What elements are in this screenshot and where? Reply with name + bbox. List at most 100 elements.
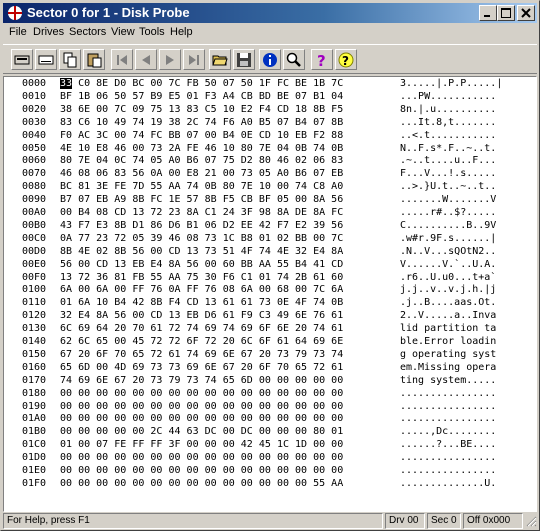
hex-byte[interactable]: 00 [259,284,271,295]
hex-byte[interactable]: 13 [60,272,72,283]
hex-byte[interactable]: 07 [313,168,325,179]
hex-byte[interactable]: 00 [78,259,90,270]
menu-file[interactable]: File [9,26,27,38]
hex-byte[interactable]: 79 [168,375,180,386]
row-hex-bytes[interactable]: F0 AC 3C 00 74 FC BB 07 00 B4 0E CD 10 E… [60,130,343,142]
hex-byte[interactable]: 00 [205,478,217,489]
hex-byte[interactable]: 72 [150,207,162,218]
hex-byte[interactable]: 21 [205,168,217,179]
row-hex-bytes[interactable]: 33 C0 8E D0 BC 00 7C FB 50 07 50 1F FC B… [60,78,343,90]
hex-byte[interactable]: 8B [313,104,325,115]
maximize-button[interactable] [497,5,515,21]
hex-byte[interactable]: 6D [241,375,253,386]
hex-byte[interactable]: 00 [187,478,199,489]
hex-byte[interactable]: 46 [277,155,289,166]
hex-byte[interactable]: 8B [114,220,126,231]
hex-byte[interactable]: 07 [223,78,235,89]
hex-byte[interactable]: 49 [277,310,289,321]
hex-byte[interactable]: C1 [205,207,217,218]
hex-byte[interactable]: 74 [132,155,144,166]
hex-byte[interactable]: 8B [114,246,126,257]
hex-byte[interactable]: CB [241,91,253,102]
hex-byte[interactable]: B1 [313,91,325,102]
hex-byte[interactable]: 20 [295,323,307,334]
hex-byte[interactable]: 00 [114,336,126,347]
hex-byte[interactable]: 50 [114,91,126,102]
hex-byte[interactable]: CB [241,194,253,205]
hex-byte[interactable]: 00 [114,426,126,437]
hex-byte[interactable]: 07 [96,439,108,450]
hex-byte[interactable]: 00 [277,478,289,489]
hex-byte[interactable]: 00 [241,413,253,424]
hex-byte[interactable]: 1B [313,78,325,89]
hex-byte[interactable]: 55 [313,478,325,489]
hex-byte[interactable]: 00 [259,413,271,424]
hex-byte[interactable]: 61 [331,323,343,334]
hex-byte[interactable]: FB [187,78,199,89]
hex-byte[interactable]: CD [277,104,289,115]
hex-byte[interactable]: 72 [313,362,325,373]
hex-byte[interactable]: AA [168,181,180,192]
hex-byte[interactable]: 07 [187,130,199,141]
hex-byte[interactable]: 00 [150,452,162,463]
minimize-button[interactable] [479,5,497,21]
hex-byte[interactable]: 6E [78,104,90,115]
hex-byte[interactable]: 00 [277,465,289,476]
hex-byte[interactable]: 00 [168,465,180,476]
hex-byte[interactable]: 00 [114,465,126,476]
hex-byte[interactable]: BC [132,78,144,89]
hex-byte[interactable]: E8 [187,168,199,179]
hex-byte[interactable]: 3F [168,439,180,450]
hex-byte[interactable]: 8B [132,194,144,205]
hex-byte[interactable]: 44 [168,426,180,437]
hex-byte[interactable]: 00 [187,388,199,399]
hex-byte[interactable]: F0 [60,130,72,141]
hex-byte[interactable]: 00 [114,401,126,412]
hex-byte[interactable]: EB [96,194,108,205]
hex-byte[interactable]: 6A [60,284,72,295]
hex-byte[interactable]: 6A [241,284,253,295]
hex-byte[interactable]: 69 [313,336,325,347]
hex-byte[interactable]: 00 [295,194,307,205]
hex-byte[interactable]: 07 [205,155,217,166]
hex-byte[interactable]: 0B [331,297,343,308]
hex-byte[interactable]: 69 [132,362,144,373]
hex-byte[interactable]: 70 [132,323,144,334]
hex-byte[interactable]: E4 [150,259,162,270]
hex-byte[interactable]: 00 [277,426,289,437]
first-sector-button[interactable] [111,49,133,70]
hex-byte[interactable]: 8B [331,117,343,128]
hex-byte[interactable]: 23 [168,207,180,218]
hex-byte[interactable]: DC [241,426,253,437]
row-hex-bytes[interactable]: BF 1B 06 50 57 B9 E5 01 F3 A4 CB BD BE 0… [60,91,343,103]
hex-byte[interactable]: CD [187,297,199,308]
hex-byte[interactable]: 56 [114,310,126,321]
hex-byte[interactable]: AA [259,259,271,270]
hex-byte[interactable]: 18 [295,104,307,115]
hex-byte[interactable]: 00 [259,426,271,437]
hex-byte[interactable]: F3 [205,91,217,102]
hex-byte[interactable]: 67 [223,362,235,373]
hex-byte[interactable]: A0 [241,117,253,128]
hex-byte[interactable]: FC [331,207,343,218]
hex-byte[interactable]: 00 [223,439,235,450]
context-help-button[interactable]: ? [335,49,357,70]
hex-byte[interactable]: 00 [187,413,199,424]
hex-byte[interactable]: 00 [331,413,343,424]
hex-byte[interactable]: 38 [168,117,180,128]
hex-byte[interactable]: 73 [205,246,217,257]
hex-byte[interactable]: 00 [132,413,144,424]
hex-byte[interactable]: 04 [96,155,108,166]
hex-byte[interactable]: 75 [187,272,199,283]
hex-byte[interactable]: 81 [114,272,126,283]
hex-byte[interactable]: DE [295,207,307,218]
hex-byte[interactable]: C8 [313,181,325,192]
hex-byte[interactable]: 00 [168,413,180,424]
hex-byte[interactable]: 00 [114,413,126,424]
hex-byte[interactable]: 6F [259,362,271,373]
hex-byte[interactable]: 4E [78,246,90,257]
hex-byte[interactable]: 01 [60,297,72,308]
row-hex-bytes[interactable]: 01 6A 10 B4 42 8B F4 CD 13 61 61 73 0E 4… [60,297,343,309]
hex-byte[interactable]: 00 [78,388,90,399]
hex-byte[interactable]: 00 [96,104,108,115]
